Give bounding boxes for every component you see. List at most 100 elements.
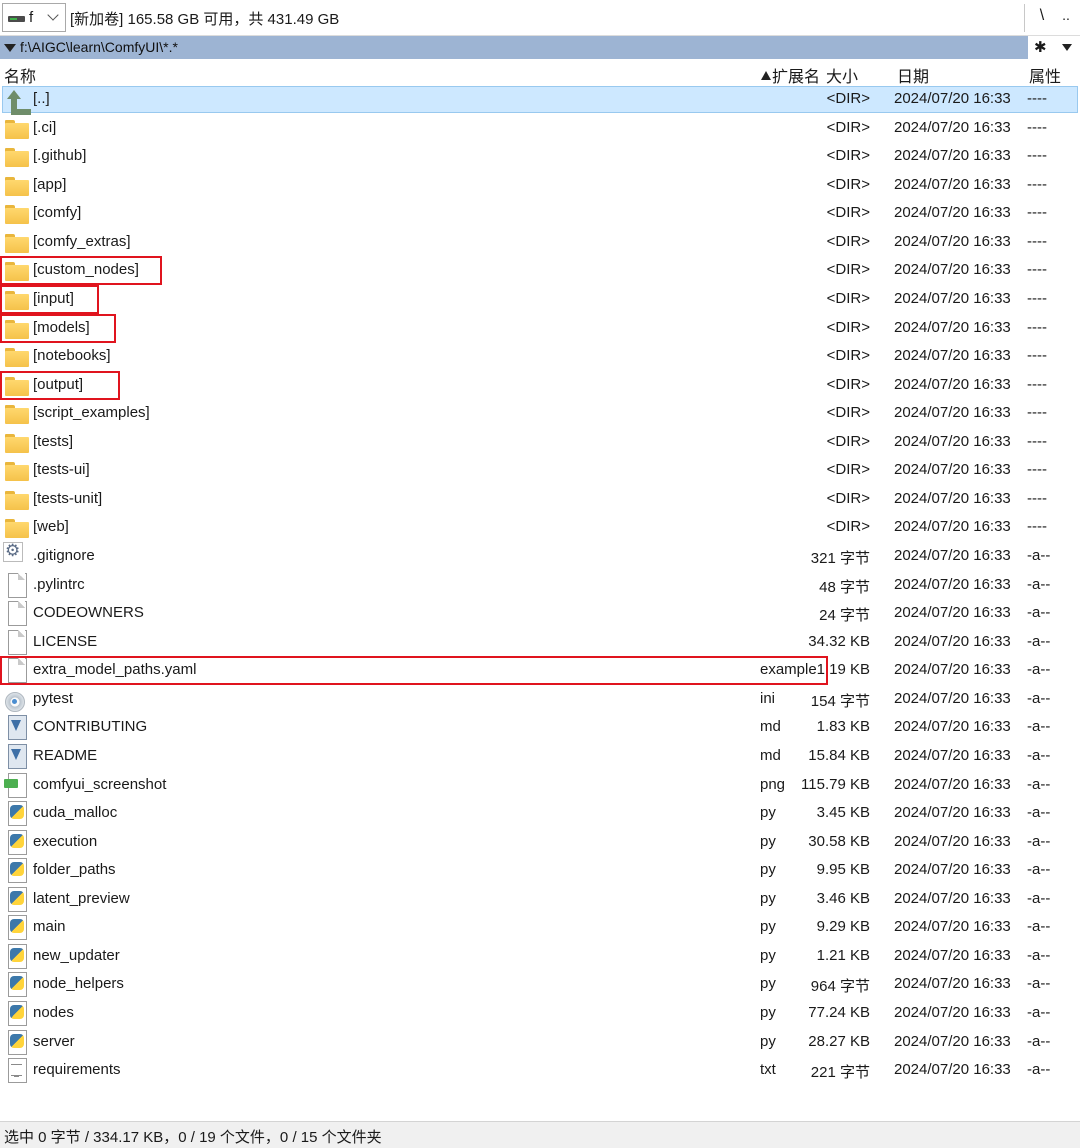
toolbar-divider [1024, 4, 1025, 32]
file-date: 2024/07/20 16:33 [894, 1061, 1011, 1079]
file-row[interactable]: CONTRIBUTING md 1.83 KB 2024/07/20 16:33 -a-… [0, 713, 1080, 742]
file-attr: -a-- [1027, 575, 1051, 593]
drive-bar: f [新加卷] 165.58 GB 可用，共 431.49 GB \ .. [0, 0, 1080, 36]
file-row[interactable]: main py 9.29 KB 2024/07/20 16:33 -a-- [0, 913, 1080, 942]
file-date: 2024/07/20 16:33 [894, 889, 1011, 907]
file-date: 2024/07/20 16:33 [894, 689, 1011, 707]
file-size: 321 字节 [810, 550, 870, 567]
file-name: [script_examples] [33, 404, 150, 422]
red-annotation-box [0, 284, 99, 314]
file-row[interactable]: [.github] <DIR> 2024/07/20 16:33 ---- [0, 142, 1080, 171]
file-row[interactable]: nodes py 77.24 KB 2024/07/20 16:33 -a-- [0, 999, 1080, 1028]
file-row[interactable]: [comfy] <DIR> 2024/07/20 16:33 ---- [0, 199, 1080, 228]
folder-icon [5, 145, 29, 168]
file-row[interactable]: [script_examples] <DIR> 2024/07/20 16:33 --… [0, 399, 1080, 428]
column-ext-label: 扩展名 [772, 69, 821, 86]
file-name: node_helpers [33, 975, 124, 993]
file-size: 9.95 KB [816, 861, 870, 879]
file-name: [app] [33, 175, 67, 193]
file-row[interactable]: extra_model_paths.yaml example 1.19 KB 2024… [0, 656, 1080, 686]
drive-selector[interactable]: f [2, 3, 66, 32]
file-row[interactable]: cuda_malloc py 3.45 KB 2024/07/20 16:33 -a-- [0, 799, 1080, 828]
path-bar[interactable]: f:\AIGC\learn\ComfyUI\*.* [0, 36, 1028, 59]
file-date: 2024/07/20 16:33 [894, 661, 1011, 679]
file-date: 2024/07/20 16:33 [894, 518, 1011, 536]
column-ext[interactable]: 扩展名 [761, 63, 820, 87]
drive-letter: f [29, 9, 34, 26]
file-row[interactable]: requirements txt 221 字节 2024/07/20 16:33 -a-… [0, 1056, 1080, 1085]
file-row[interactable]: new_updater py 1.21 KB 2024/07/20 16:33 -a-- [0, 942, 1080, 971]
file-attr: ---- [1027, 90, 1047, 107]
file-row[interactable]: server py 28.27 KB 2024/07/20 16:33 -a-- [0, 1028, 1080, 1057]
root-dir-button[interactable]: \ [1034, 7, 1050, 25]
file-list: [..] <DIR> 2024/07/20 16:33 ---- [.ci] <DIR> 2… [0, 85, 1080, 1085]
python-icon [5, 829, 29, 855]
folder-icon [5, 431, 29, 453]
file-attr: -a-- [1027, 889, 1051, 907]
history-dropdown-icon[interactable] [1062, 44, 1072, 51]
file-row[interactable]: README md 15.84 KB 2024/07/20 16:33 -a-- [0, 742, 1080, 771]
file-name: CODEOWNERS [33, 604, 144, 622]
file-row[interactable]: LICENSE 34.32 KB 2024/07/20 16:33 -a-- [0, 628, 1080, 657]
file-row[interactable]: [.ci] <DIR> 2024/07/20 16:33 ---- [0, 114, 1080, 143]
file-row[interactable]: [comfy_extras] <DIR> 2024/07/20 16:33 ---- [0, 228, 1080, 257]
file-name: LICENSE [33, 632, 98, 650]
red-annotation-box [0, 370, 120, 400]
folder-icon [5, 117, 29, 139]
file-size: 3.45 KB [816, 804, 870, 822]
parent-dir-button[interactable]: .. [1058, 7, 1074, 23]
file-row[interactable]: CODEOWNERS 24 字节 2024/07/20 16:33 -a-- [0, 599, 1080, 628]
file-row[interactable]: pytest ini 154 字节 2024/07/20 16:33 -a-- [0, 685, 1080, 714]
file-row[interactable]: node_helpers py 964 字节 2024/07/20 16:33 -a-- [0, 970, 1080, 999]
file-row[interactable]: .gitignore 321 字节 2024/07/20 16:33 -a-- [0, 541, 1080, 571]
file-size: <DIR> [826, 318, 870, 336]
file-row[interactable]: [notebooks] <DIR> 2024/07/20 16:33 ---- [0, 342, 1080, 371]
file-icon [5, 572, 29, 598]
file-date: 2024/07/20 16:33 [894, 404, 1011, 422]
file-attr: ---- [1027, 175, 1047, 193]
file-name: [..] [33, 90, 50, 107]
file-row[interactable]: [custom_nodes] <DIR> 2024/07/20 16:33 ---- [0, 256, 1080, 286]
file-attr: ---- [1027, 461, 1047, 479]
column-attr[interactable]: 属性 [1029, 63, 1061, 87]
markdown-icon [5, 743, 29, 769]
file-size: 15.84 KB [808, 746, 870, 764]
file-row[interactable]: [input] <DIR> 2024/07/20 16:33 ---- [0, 284, 1080, 314]
column-size[interactable]: 大小 [826, 63, 858, 87]
file-date: 2024/07/20 16:33 [894, 861, 1011, 879]
file-row[interactable]: [models] <DIR> 2024/07/20 16:33 ---- [0, 313, 1080, 343]
file-size: 221 字节 [810, 1064, 870, 1082]
file-date: 2024/07/20 16:33 [894, 489, 1011, 507]
file-size: <DIR> [826, 432, 870, 450]
column-name[interactable]: 名称 [4, 63, 36, 87]
python-icon [5, 943, 29, 969]
file-size: 77.24 KB [808, 1004, 870, 1021]
file-row[interactable]: execution py 30.58 KB 2024/07/20 16:33 -a-- [0, 828, 1080, 857]
file-name: [comfy_extras] [33, 232, 131, 250]
file-row[interactable]: [tests-unit] <DIR> 2024/07/20 16:33 ---- [0, 485, 1080, 514]
file-row[interactable]: folder_paths py 9.95 KB 2024/07/20 16:33 -a-… [0, 856, 1080, 885]
file-row[interactable]: [tests-ui] <DIR> 2024/07/20 16:33 ---- [0, 456, 1080, 485]
file-ext: py [760, 975, 776, 993]
file-row[interactable]: latent_preview py 3.46 KB 2024/07/20 16:33-… [0, 885, 1080, 914]
file-row[interactable]: .pylintrc 48 字节 2024/07/20 16:33 -a-- [0, 571, 1080, 600]
column-date[interactable]: 日期 [897, 63, 929, 87]
file-size: <DIR> [826, 147, 870, 165]
status-bar: 选中 0 字节 / 334.17 KB，0 / 19 个文件，0 / 15 个文… [0, 1121, 1080, 1148]
favorites-button[interactable]: ✱ [1034, 38, 1047, 56]
file-name: pytest [33, 689, 74, 707]
file-row[interactable]: [..] <DIR> 2024/07/20 16:33 ---- [0, 85, 1080, 115]
path-dropdown-icon[interactable] [4, 44, 16, 52]
file-row[interactable]: [tests] <DIR> 2024/07/20 16:33 ---- [0, 428, 1080, 457]
file-icon [5, 601, 29, 627]
file-attr: ---- [1027, 318, 1047, 336]
file-row[interactable]: [web] <DIR> 2024/07/20 16:33 ---- [0, 513, 1080, 542]
file-attr: -a-- [1027, 632, 1051, 650]
file-date: 2024/07/20 16:33 [894, 90, 1011, 107]
file-row[interactable]: comfyui_screenshot png 115.79 KB 2024/07/20… [0, 771, 1080, 800]
file-name: [tests-unit] [33, 489, 103, 507]
file-row[interactable]: [app] <DIR> 2024/07/20 16:33 ---- [0, 171, 1080, 200]
file-ext: py [760, 1032, 776, 1050]
file-attr: -a-- [1027, 975, 1051, 993]
file-row[interactable]: [output] <DIR> 2024/07/20 16:33 ---- [0, 370, 1080, 400]
